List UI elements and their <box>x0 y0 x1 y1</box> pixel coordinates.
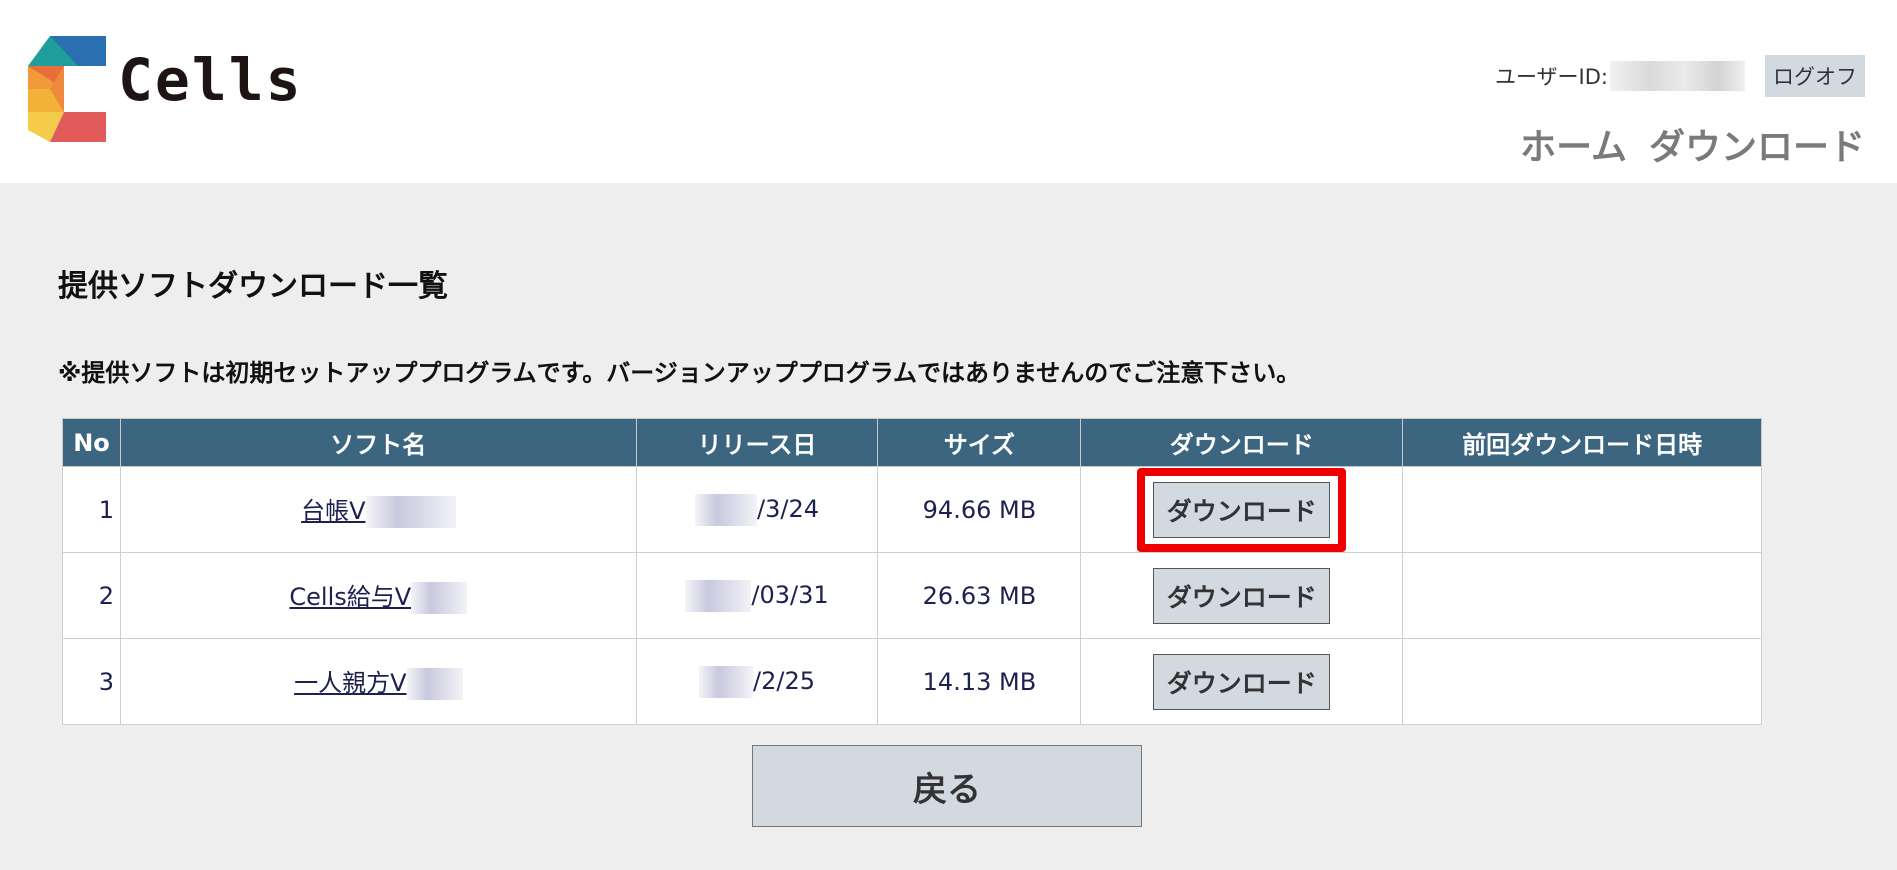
row-last-download <box>1402 466 1762 553</box>
table-row: 3 一人親方V /2/25 14.13 MB ダウンロード <box>62 638 1762 725</box>
software-name: 一人親方V <box>294 669 407 697</box>
table-row: 1 台帳V /3/24 94.66 MB ダウンロード <box>62 466 1762 553</box>
col-header-name: ソフト名 <box>119 418 637 467</box>
redacted-version <box>406 668 463 700</box>
row-name-cell: 台帳V <box>119 466 637 553</box>
redacted-year <box>699 665 754 698</box>
download-button[interactable]: ダウンロード <box>1153 567 1331 624</box>
row-name-cell: 一人親方V <box>119 638 637 725</box>
row-last-download <box>1402 552 1762 639</box>
row-download-cell: ダウンロード <box>1080 638 1404 725</box>
row-no: 3 <box>62 638 121 725</box>
user-id-label: ユーザーID: <box>1494 65 1608 89</box>
row-size: 14.13 MB <box>877 638 1082 725</box>
col-header-last-download: 前回ダウンロード日時 <box>1402 418 1762 467</box>
row-release-cell: /3/24 <box>635 466 879 553</box>
row-name-cell: Cells給与V <box>119 552 637 639</box>
software-link[interactable]: 台帳V <box>301 496 456 528</box>
table-header-row: No ソフト名 リリース日 サイズ ダウンロード 前回ダウンロード日時 <box>62 418 1762 467</box>
redacted-version <box>365 496 456 528</box>
col-header-release: リリース日 <box>635 418 879 467</box>
software-name: Cells給与V <box>289 583 412 611</box>
software-link[interactable]: 一人親方V <box>294 668 463 700</box>
col-header-no: No <box>62 418 121 467</box>
row-release-cell: /2/25 <box>635 638 879 725</box>
row-download-cell: ダウンロード <box>1080 552 1404 639</box>
release-date: /2/25 <box>753 666 816 695</box>
nav-home-link[interactable]: ホーム <box>1520 118 1627 170</box>
logo-text: Cells <box>118 46 303 114</box>
main-content: 提供ソフトダウンロード一覧 ※提供ソフトは初期セットアッププログラムです。バージ… <box>0 183 1897 870</box>
row-no: 2 <box>62 552 121 639</box>
user-bar: ユーザーID: ログオフ <box>1494 55 1865 97</box>
row-size: 26.63 MB <box>877 552 1082 639</box>
software-link[interactable]: Cells給与V <box>289 582 468 614</box>
red-highlight-box <box>1137 467 1347 552</box>
table-row: 2 Cells給与V /03/31 26.63 MB ダウンロード <box>62 552 1762 639</box>
redacted-year <box>685 579 752 612</box>
row-download-cell: ダウンロード <box>1080 466 1404 553</box>
software-name: 台帳V <box>301 497 366 525</box>
back-button[interactable]: 戻る <box>752 745 1142 827</box>
row-release-cell: /03/31 <box>635 552 879 639</box>
release-date: /3/24 <box>757 494 820 523</box>
download-button-wrap: ダウンロード <box>1137 467 1347 552</box>
software-table: No ソフト名 リリース日 サイズ ダウンロード 前回ダウンロード日時 1 台帳… <box>62 418 1762 725</box>
release-date: /03/31 <box>751 580 829 609</box>
main-nav: ホーム ダウンロード <box>1520 118 1865 170</box>
col-header-size: サイズ <box>877 418 1082 467</box>
page-title: 提供ソフトダウンロード一覧 <box>58 269 448 304</box>
logoff-button[interactable]: ログオフ <box>1765 55 1865 97</box>
nav-download-link[interactable]: ダウンロード <box>1649 118 1865 170</box>
site-header: Cells ユーザーID: ログオフ ホーム ダウンロード <box>0 0 1897 183</box>
col-header-download: ダウンロード <box>1080 418 1404 467</box>
redacted-year <box>695 493 758 526</box>
download-button[interactable]: ダウンロード <box>1153 653 1331 710</box>
redacted-version <box>411 582 468 614</box>
user-id-value-redacted <box>1610 61 1745 91</box>
row-no: 1 <box>62 466 121 553</box>
row-size: 94.66 MB <box>877 466 1082 553</box>
row-last-download <box>1402 638 1762 725</box>
notice-text: ※提供ソフトは初期セットアッププログラムです。バージョンアッププログラムではあり… <box>58 359 1301 387</box>
